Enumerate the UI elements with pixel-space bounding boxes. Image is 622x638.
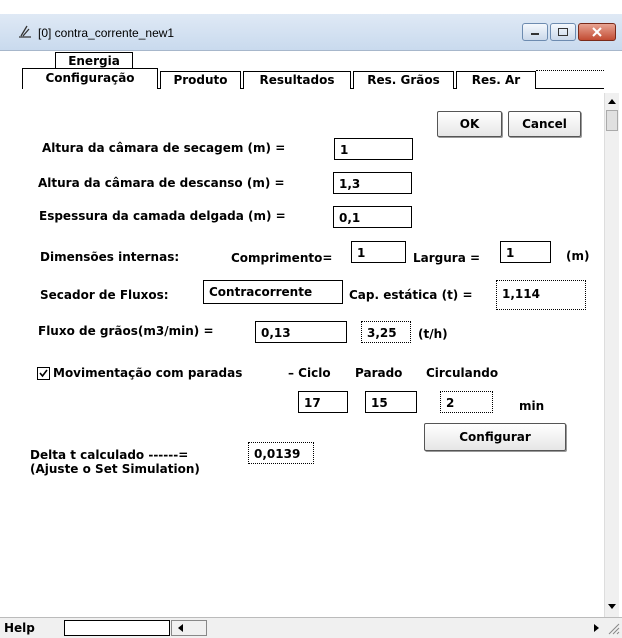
scroll-left-icon[interactable] bbox=[174, 621, 188, 635]
scroll-up-icon[interactable] bbox=[605, 95, 619, 109]
tab-resultados[interactable]: Resultados bbox=[243, 71, 351, 89]
comprimento-input[interactable]: 1 bbox=[351, 241, 406, 263]
movimentacao-checkbox[interactable] bbox=[37, 367, 50, 380]
close-icon bbox=[592, 27, 602, 37]
maximize-button[interactable] bbox=[550, 23, 576, 41]
secador-label: Secador de Fluxos: bbox=[40, 288, 169, 302]
ciclo-label: – Ciclo bbox=[288, 366, 331, 380]
status-field bbox=[64, 620, 170, 636]
minimize-icon bbox=[531, 33, 539, 35]
largura-input[interactable]: 1 bbox=[500, 241, 551, 263]
help-label[interactable]: Help bbox=[4, 621, 35, 635]
tab-produto[interactable]: Produto bbox=[160, 71, 241, 89]
status-bar: Help bbox=[0, 617, 622, 638]
altura-descanso-label: Altura da câmara de descanso (m) = bbox=[38, 176, 285, 190]
espessura-input[interactable]: 0,1 bbox=[333, 206, 412, 228]
movimentacao-label: Movimentação com paradas bbox=[53, 366, 243, 380]
check-icon bbox=[39, 369, 48, 378]
cap-estatica-label: Cap. estática (t) = bbox=[349, 288, 473, 302]
delta-label: Delta t calculado ------= bbox=[30, 448, 189, 462]
scroll-right-icon[interactable] bbox=[589, 621, 603, 635]
cancel-button[interactable]: Cancel bbox=[508, 111, 581, 137]
circulando-value: 2 bbox=[440, 391, 493, 413]
tab-res-ar[interactable]: Res. Ar bbox=[456, 71, 536, 89]
movimentacao-unit: min bbox=[519, 399, 545, 413]
fluxo-th-unit: (t/h) bbox=[418, 327, 448, 341]
circulando-label: Circulando bbox=[426, 366, 499, 380]
comprimento-label: Comprimento= bbox=[231, 251, 333, 265]
window-title: [0] contra_corrente_new1 bbox=[38, 26, 175, 40]
cap-estatica-value: 1,114 bbox=[496, 280, 586, 310]
largura-label: Largura = bbox=[413, 251, 481, 265]
delta-note: (Ajuste o Set Simulation) bbox=[30, 462, 200, 476]
tab-configuracao[interactable]: Configuração bbox=[22, 68, 158, 89]
parado-input[interactable]: 15 bbox=[365, 391, 417, 413]
ok-button[interactable]: OK bbox=[437, 111, 502, 137]
maximize-icon bbox=[558, 28, 568, 36]
fluxo-th-value: 3,25 bbox=[361, 321, 411, 343]
espessura-label: Espessura da camada delgada (m) = bbox=[39, 209, 286, 223]
fluxo-input[interactable]: 0,13 bbox=[255, 321, 347, 343]
altura-descanso-input[interactable]: 1,3 bbox=[333, 172, 412, 194]
scroll-thumb[interactable] bbox=[606, 110, 618, 131]
minimize-button[interactable] bbox=[522, 23, 548, 41]
altura-secagem-label: Altura da câmara de secagem (m) = bbox=[42, 141, 286, 155]
vertical-scrollbar[interactable] bbox=[604, 93, 619, 631]
delta-value: 0,0139 bbox=[248, 442, 314, 464]
dimensoes-label: Dimensões internas: bbox=[40, 250, 180, 264]
tab-res-graos[interactable]: Res. Grãos bbox=[353, 71, 454, 89]
ciclo-input[interactable]: 17 bbox=[298, 391, 348, 413]
scroll-down-icon[interactable] bbox=[605, 599, 619, 613]
tab-divider-right bbox=[536, 70, 604, 72]
app-icon bbox=[19, 25, 31, 38]
parado-label: Parado bbox=[355, 366, 403, 380]
close-button[interactable] bbox=[578, 23, 616, 41]
horizontal-scrollbar[interactable] bbox=[171, 620, 207, 636]
configurar-button[interactable]: Configurar bbox=[424, 423, 566, 451]
altura-secagem-input[interactable]: 1 bbox=[334, 138, 413, 160]
resize-grip-icon[interactable] bbox=[606, 621, 620, 635]
dimensoes-unit: (m) bbox=[566, 249, 590, 263]
secador-select[interactable]: Contracorrente bbox=[203, 280, 343, 304]
title-bar: [0] contra_corrente_new1 bbox=[0, 14, 622, 51]
fluxo-label: Fluxo de grãos(m3/min) = bbox=[38, 324, 214, 338]
